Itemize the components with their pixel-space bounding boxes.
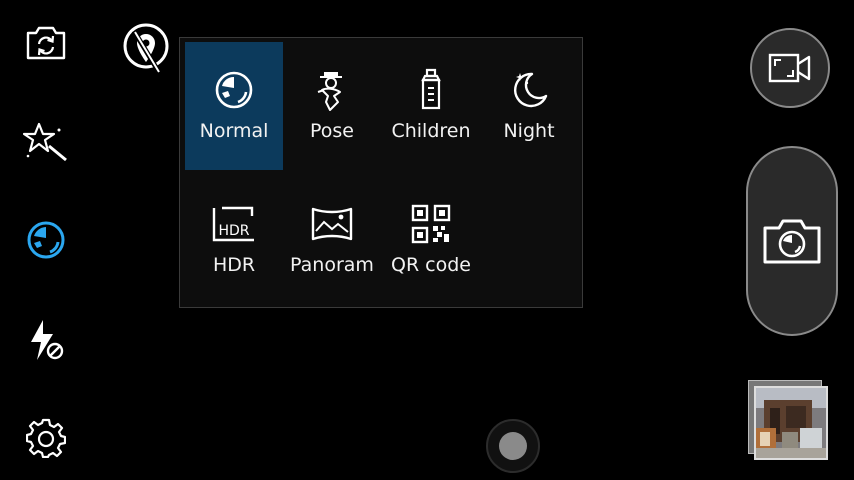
scene-hdr[interactable]: HDR HDR — [185, 176, 283, 304]
scene-label: Normal — [199, 120, 269, 142]
camera-mode-indicator[interactable] — [486, 419, 540, 473]
mode-dot-inner — [499, 432, 527, 460]
settings-button[interactable] — [22, 414, 70, 462]
scene-label: HDR — [212, 254, 256, 276]
scene-normal[interactable]: Normal — [185, 42, 283, 170]
scene-qr-code[interactable]: QR code — [382, 176, 480, 304]
magic-wand-icon — [23, 122, 67, 162]
scene-mode-icon — [27, 221, 65, 259]
scene-mode-button[interactable] — [22, 216, 70, 264]
shutter-button[interactable] — [746, 146, 838, 336]
switch-camera-button[interactable] — [22, 19, 70, 67]
gallery-thumbnail — [754, 386, 828, 460]
scene-night[interactable]: Night — [480, 42, 578, 170]
location-off-icon — [123, 23, 169, 76]
gear-icon — [26, 418, 66, 458]
flash-button[interactable] — [22, 316, 70, 364]
scene-label: Pose — [310, 120, 354, 142]
scene-children[interactable]: Children — [382, 42, 480, 170]
camera-shutter-icon — [763, 219, 821, 264]
effects-button[interactable] — [22, 118, 70, 166]
camera-screen: Normal Pose Children Night HDR HDR Panor… — [0, 0, 854, 480]
bottle-icon — [421, 68, 441, 110]
normal-scene-icon — [215, 71, 253, 109]
scene-label: Children — [391, 120, 471, 142]
scene-label: Panoram — [290, 254, 374, 276]
scene-panorama[interactable]: Panoram — [283, 176, 381, 304]
scene-label: QR code — [390, 254, 472, 276]
svg-text:HDR: HDR — [218, 223, 249, 239]
moon-icon — [513, 72, 548, 108]
panorama-icon — [311, 207, 353, 241]
hdr-icon: HDR — [212, 206, 254, 242]
scene-mode-panel: Normal Pose Children Night HDR HDR Panor… — [179, 37, 583, 308]
camera-switch-icon — [26, 26, 66, 60]
scene-pose[interactable]: Pose — [283, 42, 381, 170]
qr-code-icon — [411, 204, 451, 244]
gallery-thumbnail-button[interactable] — [748, 380, 828, 460]
scene-label: Night — [503, 120, 555, 142]
video-mode-button[interactable] — [750, 28, 830, 108]
video-camera-icon — [768, 53, 811, 83]
location-toggle-button[interactable] — [120, 22, 172, 78]
pose-icon — [317, 72, 342, 111]
flash-off-icon — [31, 320, 64, 360]
